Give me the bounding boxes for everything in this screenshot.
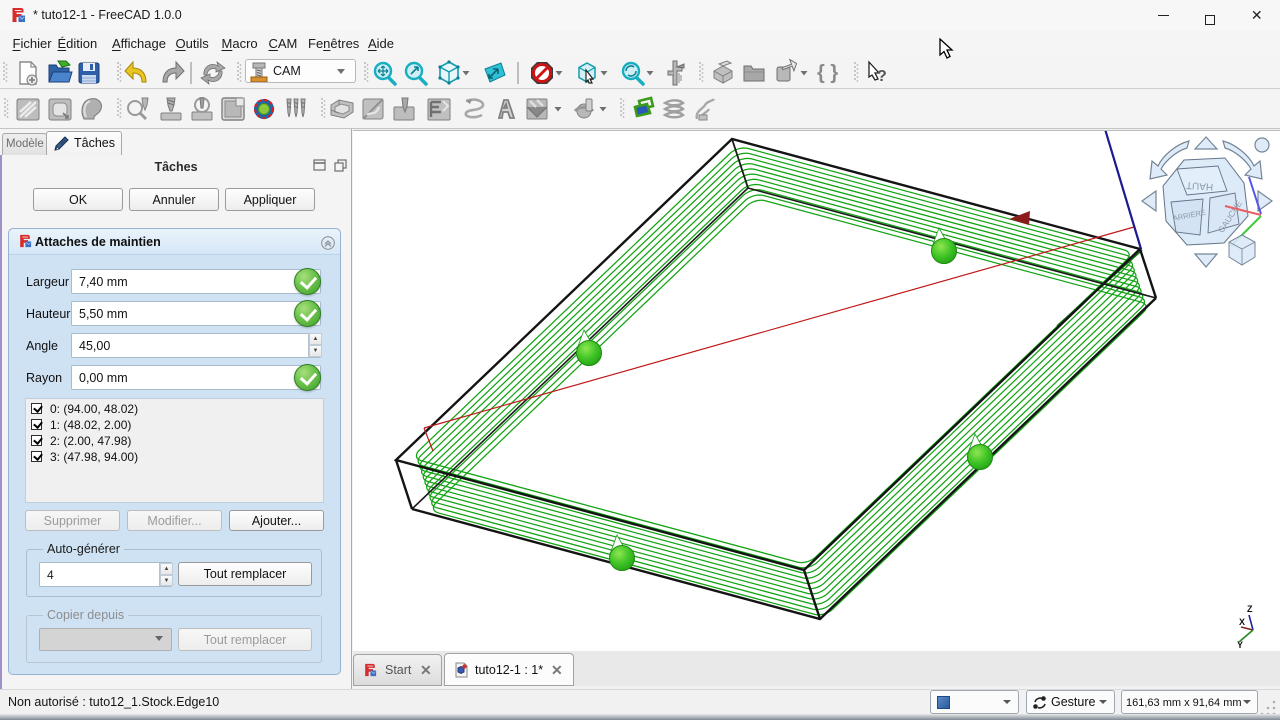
- svg-text:Y: Y: [1237, 640, 1243, 650]
- svg-text:HAUT: HAUT: [1186, 179, 1214, 192]
- svg-text:Z: Z: [1247, 604, 1253, 614]
- svg-text:X: X: [1239, 617, 1245, 627]
- svg-text:?: ?: [877, 68, 887, 85]
- svg-text:{ }: { }: [817, 62, 838, 84]
